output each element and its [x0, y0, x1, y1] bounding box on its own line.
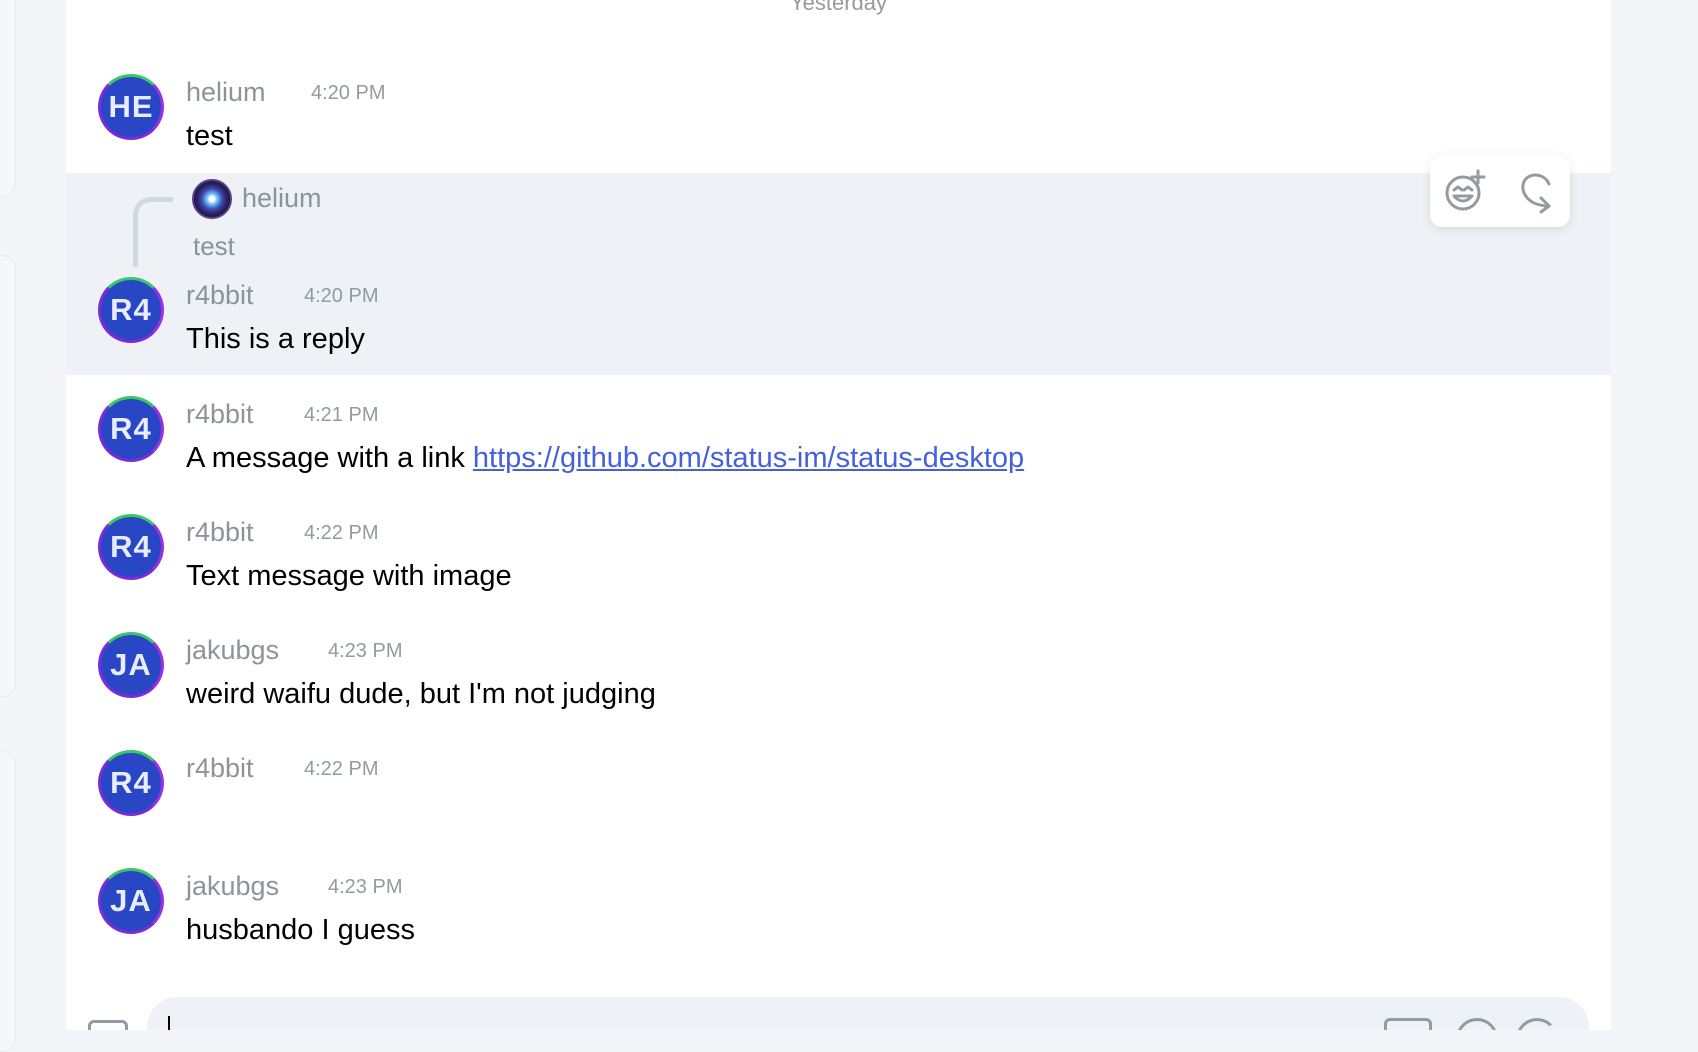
message-text: weird waifu dude, but I'm not judging	[186, 678, 656, 710]
add-reaction-icon	[1445, 169, 1486, 211]
message-item[interactable]: HE helium 4:20 PM test	[66, 60, 1611, 170]
sidebar-rail-segment	[0, 255, 16, 697]
message-author[interactable]: r4bbit	[186, 517, 254, 548]
message-actions-bar	[1430, 155, 1570, 227]
avatar[interactable]: R4	[98, 750, 164, 816]
message-text: husbando I guess	[186, 914, 415, 946]
quoted-text[interactable]: test	[193, 231, 235, 262]
sidebar-rail-segment	[0, 0, 16, 197]
message-item[interactable]: R4 r4bbit 4:21 PM A message with a link …	[66, 388, 1611, 498]
message-author[interactable]: r4bbit	[186, 753, 254, 784]
message-input[interactable]	[147, 997, 1589, 1030]
message-text: A message with a link https://github.com…	[186, 442, 1024, 475]
reply-connector	[133, 197, 173, 267]
message-item[interactable]: JA jakubgs 4:23 PM weird waifu dude, but…	[66, 624, 1611, 734]
avatar[interactable]: JA	[98, 632, 164, 698]
message-timestamp: 4:21 PM	[304, 404, 379, 426]
sidebar-rail-segment	[0, 750, 16, 1052]
message-item[interactable]: R4 r4bbit 4:22 PM	[66, 742, 1611, 852]
left-sidebar-edge	[0, 0, 66, 1052]
chat-message-list[interactable]: Yesterday HE helium 4:20 PM test helium …	[66, 0, 1611, 1030]
avatar[interactable]: R4	[98, 396, 164, 462]
message-text-prefix: A message with a link	[186, 442, 473, 474]
image-icon[interactable]	[88, 1020, 128, 1030]
message-author[interactable]: r4bbit	[186, 280, 254, 311]
message-item[interactable]: JA jakubgs 4:23 PM husbando I guess	[66, 860, 1611, 970]
message-link[interactable]: https://github.com/status-im/status-desk…	[473, 442, 1024, 474]
add-reaction-button[interactable]	[1440, 166, 1490, 216]
avatar[interactable]: HE	[98, 74, 164, 140]
message-timestamp: 4:20 PM	[304, 285, 379, 307]
avatar[interactable]: JA	[98, 868, 164, 934]
reply-button[interactable]	[1510, 166, 1560, 216]
reply-icon	[1521, 173, 1551, 214]
avatar[interactable]: R4	[98, 514, 164, 580]
message-text: test	[186, 120, 233, 152]
right-panel-edge	[1611, 0, 1698, 1030]
message-timestamp: 4:23 PM	[328, 640, 403, 662]
message-timestamp: 4:22 PM	[304, 758, 379, 780]
message-text: This is a reply	[186, 323, 365, 355]
message-timestamp: 4:22 PM	[304, 522, 379, 544]
message-timestamp: 4:20 PM	[311, 82, 386, 104]
quoted-author[interactable]: helium	[242, 183, 322, 214]
message-item[interactable]: R4 r4bbit 4:22 PM Text message with imag…	[66, 506, 1611, 616]
message-author[interactable]: r4bbit	[186, 399, 254, 430]
day-separator: Yesterday	[789, 0, 888, 15]
gif-icon[interactable]	[1384, 1018, 1432, 1030]
quoted-avatar	[192, 179, 232, 219]
avatar[interactable]: R4	[98, 277, 164, 343]
message-text: Text message with image	[186, 560, 512, 592]
text-caret	[168, 1016, 170, 1030]
message-author[interactable]: jakubgs	[186, 635, 279, 666]
message-author[interactable]: helium	[186, 77, 266, 108]
message-item-hovered[interactable]: helium test R4 r4bbit 4:20 PM This is a …	[66, 173, 1611, 375]
message-author[interactable]: jakubgs	[186, 871, 279, 902]
message-timestamp: 4:23 PM	[328, 876, 403, 898]
